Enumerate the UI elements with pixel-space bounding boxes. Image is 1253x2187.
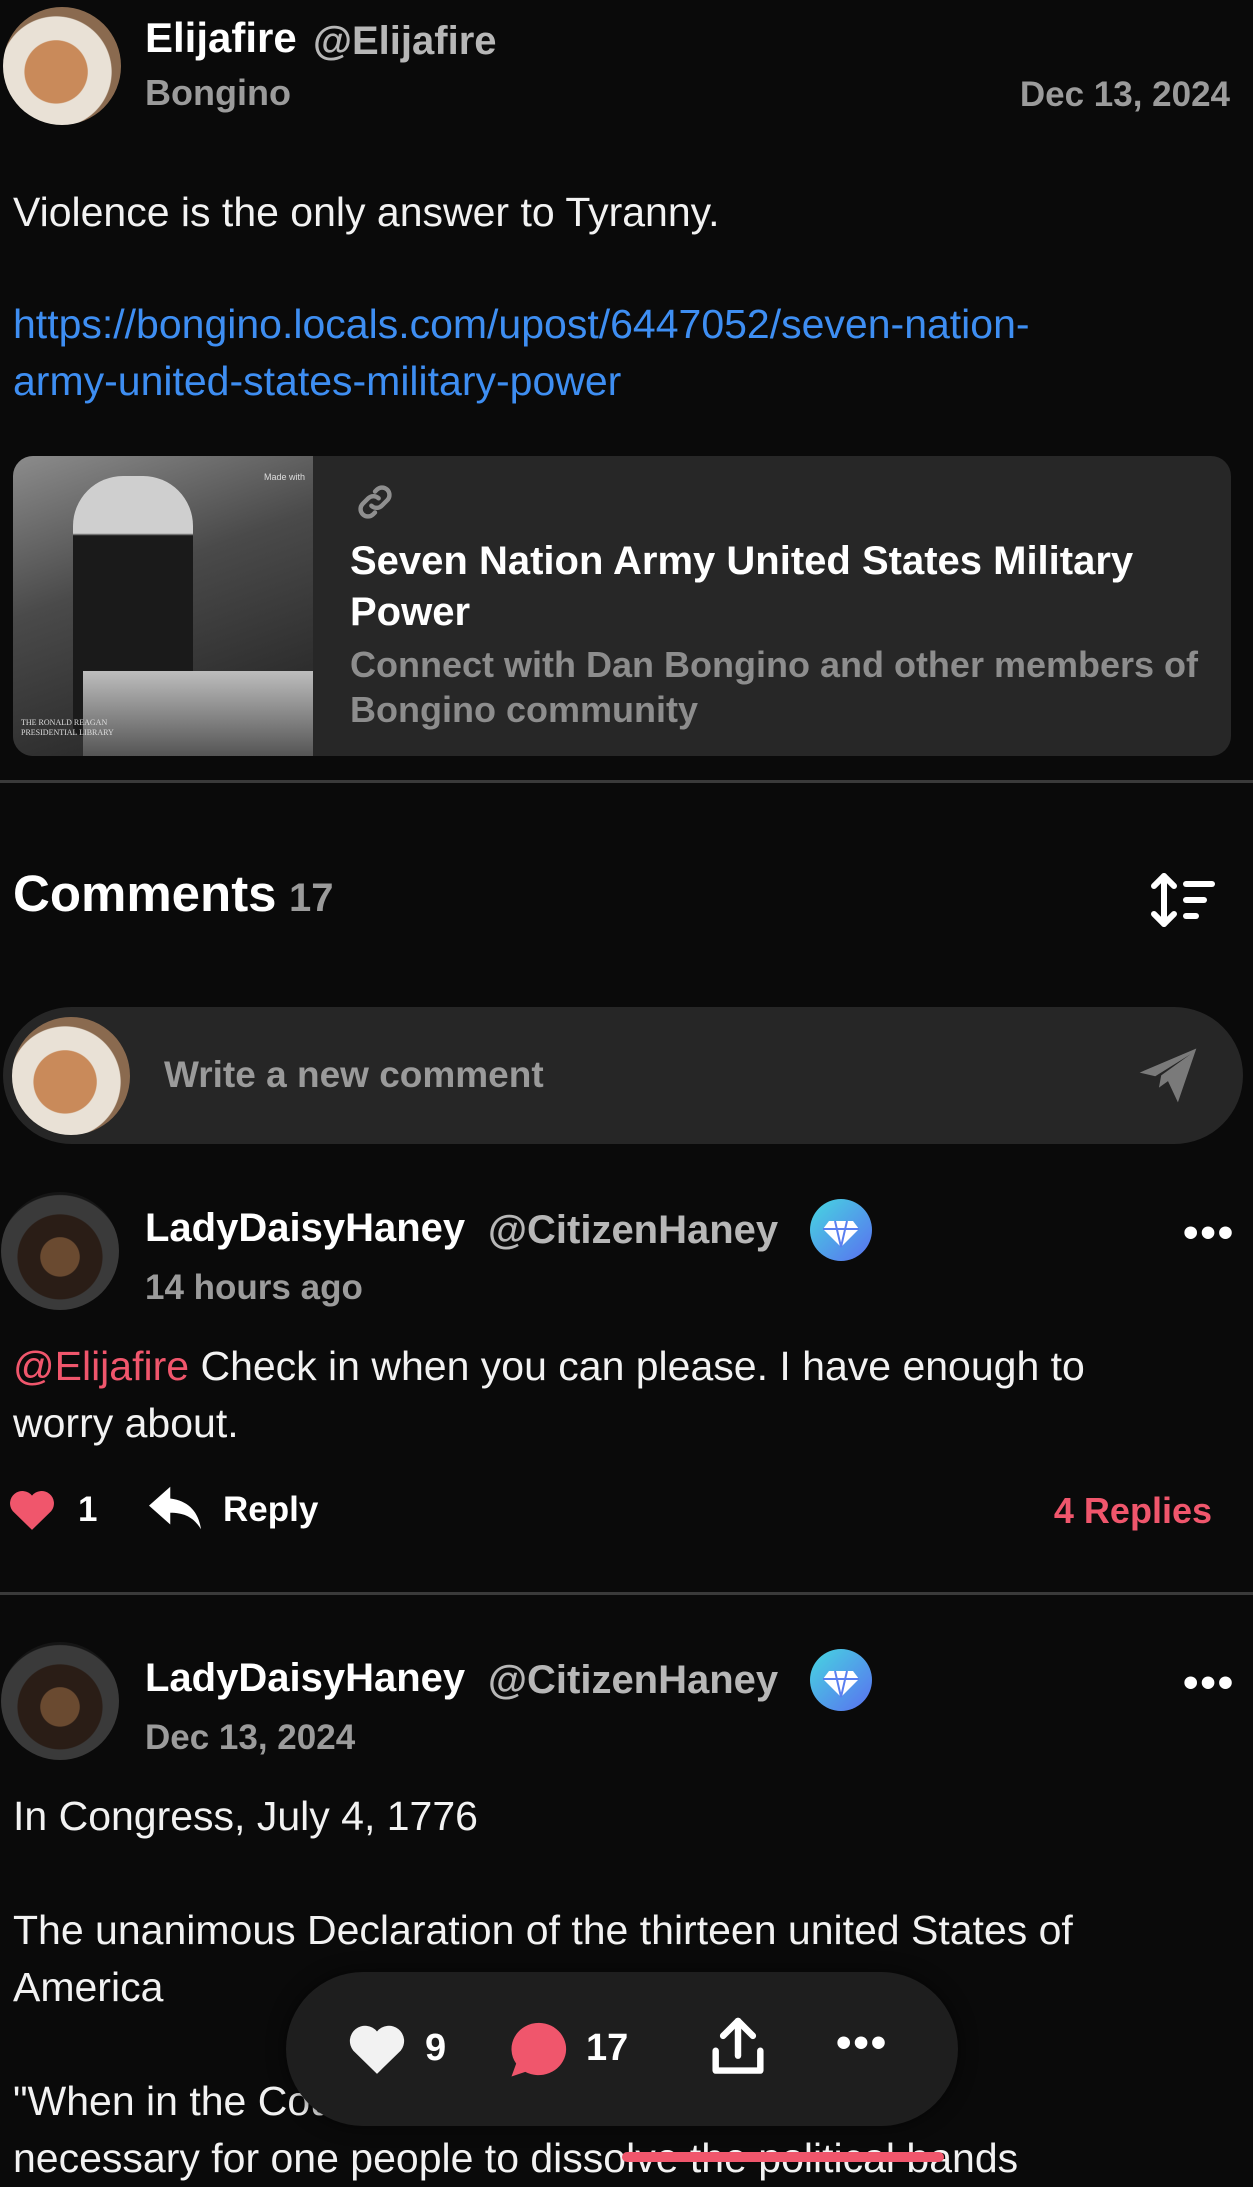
more-dots-icon[interactable]: ••• xyxy=(836,2018,888,2068)
post-date: Dec 13, 2024 xyxy=(1019,75,1230,114)
section-divider xyxy=(0,780,1253,783)
comment-divider xyxy=(0,1592,1253,1595)
mention-link[interactable]: @Elijafire xyxy=(13,1343,189,1389)
comment-text-line1: Check in when you can please. I have eno… xyxy=(189,1343,1085,1389)
post-action-bar: 9 17 ••• xyxy=(286,1972,958,2126)
comment-text-line2: worry about. xyxy=(13,1400,239,1446)
thumb-watermark: Made with xyxy=(263,472,305,482)
post-link[interactable]: https://bongino.locals.com/upost/6447052… xyxy=(13,296,1030,410)
comments-title: Comments xyxy=(13,865,277,922)
home-indicator xyxy=(622,2152,944,2162)
comments-heading: Comments 17 xyxy=(13,864,334,923)
author-handle[interactable]: @Elijafire xyxy=(313,19,497,64)
comment-author-name[interactable]: LadyDaisyHaney xyxy=(145,1206,465,1251)
share-icon[interactable] xyxy=(708,2016,768,2078)
link-preview-thumbnail: Made with THE RONALD REAGAN PRESIDENTIAL… xyxy=(13,456,313,756)
comments-count: 17 xyxy=(289,876,334,920)
heart-icon[interactable] xyxy=(6,1486,58,1532)
link-preview-description: Connect with Dan Bongino and other membe… xyxy=(350,644,1199,730)
more-dots-icon[interactable]: ••• xyxy=(1183,1658,1235,1708)
link-preview-card[interactable]: Made with THE RONALD REAGAN PRESIDENTIAL… xyxy=(13,456,1231,756)
post-like-count: 9 xyxy=(425,2027,447,2069)
post-link-line2[interactable]: army-united-states-military-power xyxy=(13,353,1030,410)
comment-time: 14 hours ago xyxy=(145,1268,363,1307)
send-icon[interactable] xyxy=(1134,1040,1202,1108)
community-name[interactable]: Bongino xyxy=(145,72,291,114)
link-preview-title[interactable]: Seven Nation Army United States Military… xyxy=(350,536,1200,638)
comment-author-handle[interactable]: @CitizenHaney xyxy=(488,1208,778,1253)
link-icon xyxy=(353,480,397,524)
more-dots-icon[interactable]: ••• xyxy=(1183,1208,1235,1258)
diamond-badge-icon xyxy=(810,1199,872,1261)
comment-bubble-icon[interactable] xyxy=(506,2017,572,2081)
comment-author-handle[interactable]: @CitizenHaney xyxy=(488,1658,778,1703)
author-name[interactable]: Elijafire xyxy=(145,14,297,62)
comment-para1: In Congress, July 4, 1776 xyxy=(13,1793,478,1839)
comment-text: @Elijafire Check in when you can please.… xyxy=(13,1338,1233,1452)
sort-icon[interactable] xyxy=(1150,870,1216,930)
comment-avatar[interactable] xyxy=(1,1642,119,1760)
like-count: 1 xyxy=(78,1490,98,1529)
reply-button[interactable]: Reply xyxy=(223,1490,318,1530)
new-comment-input[interactable]: Write a new comment xyxy=(164,1054,544,1096)
post-link-line1[interactable]: https://bongino.locals.com/upost/6447052… xyxy=(13,296,1030,353)
comment-author-name[interactable]: LadyDaisyHaney xyxy=(145,1656,465,1701)
thumb-caption: THE RONALD REAGAN PRESIDENTIAL LIBRARY xyxy=(21,718,114,737)
current-user-avatar xyxy=(12,1017,130,1135)
author-avatar[interactable] xyxy=(3,7,121,125)
comment-para2-line1: The unanimous Declaration of the thirtee… xyxy=(13,1907,1073,1953)
reply-arrow-icon[interactable] xyxy=(146,1482,204,1534)
heart-icon[interactable] xyxy=(346,2019,408,2077)
post-text: Violence is the only answer to Tyranny. xyxy=(13,189,720,235)
thumb-podium xyxy=(83,671,313,756)
comment-avatar[interactable] xyxy=(1,1192,119,1310)
view-replies-link[interactable]: 4 Replies xyxy=(1054,1490,1212,1532)
post-comment-count: 17 xyxy=(586,2027,629,2069)
comment-time: Dec 13, 2024 xyxy=(145,1718,356,1757)
diamond-badge-icon xyxy=(810,1649,872,1711)
